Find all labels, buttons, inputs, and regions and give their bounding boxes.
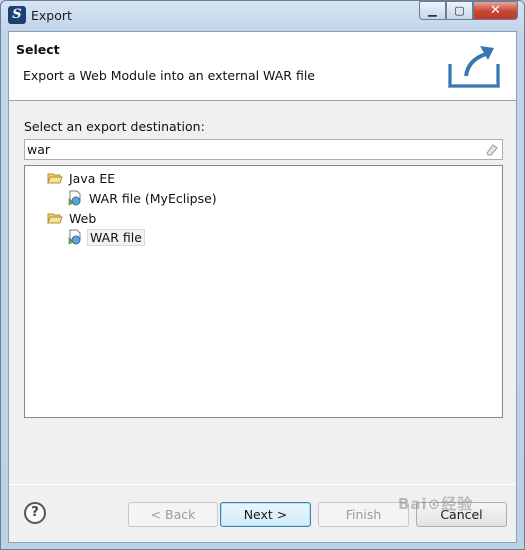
next-button[interactable]: Next > xyxy=(220,502,311,527)
tree-node-java-ee[interactable]: Java EE xyxy=(47,169,117,187)
folder-open-icon xyxy=(47,213,63,224)
tree-node-label: WAR file (MyEclipse) xyxy=(89,190,217,206)
folder-open-icon xyxy=(47,173,63,184)
export-banner-icon xyxy=(448,46,500,88)
footer-divider xyxy=(9,484,516,485)
minimize-button[interactable]: ▁ xyxy=(419,1,446,20)
help-icon[interactable]: ? xyxy=(24,502,46,524)
export-window: S Export ▁ ▢ ✕ Select Export a Web Modul… xyxy=(0,0,525,550)
maximize-button[interactable]: ▢ xyxy=(446,1,473,20)
tree-node-label: WAR file xyxy=(87,228,145,246)
myeclipse-app-icon: S xyxy=(8,6,26,24)
filter-field[interactable] xyxy=(24,139,503,160)
tree-node-label: Java EE xyxy=(69,170,116,186)
window-title: Export xyxy=(31,8,72,23)
page-description: Export a Web Module into an external WAR… xyxy=(23,68,315,83)
window-controls: ▁ ▢ ✕ xyxy=(419,1,518,20)
back-button[interactable]: < Back xyxy=(128,502,218,527)
export-wizard-tree[interactable]: Java EE WAR file (MyEclipse) Web WAR fil… xyxy=(24,165,503,418)
war-file-icon xyxy=(68,229,81,245)
page-title: Select xyxy=(16,42,60,57)
tree-node-label: Web xyxy=(69,210,97,226)
tree-node-web[interactable]: Web xyxy=(47,209,98,227)
tree-node-war-file[interactable]: WAR file xyxy=(67,228,145,246)
tree-node-war-file-myeclipse[interactable]: WAR file (MyEclipse) xyxy=(67,189,219,207)
destination-label: Select an export destination: xyxy=(24,119,205,134)
dialog-client-area: Select Export a Web Module into an exter… xyxy=(8,31,517,543)
close-button[interactable]: ✕ xyxy=(473,1,518,20)
war-file-icon xyxy=(68,190,81,206)
title-bar[interactable]: S Export ▁ ▢ ✕ xyxy=(1,1,524,31)
wizard-header: Select Export a Web Module into an exter… xyxy=(9,32,516,101)
finish-button[interactable]: Finish xyxy=(318,502,409,527)
cancel-button[interactable]: Cancel xyxy=(416,502,507,527)
filter-input[interactable] xyxy=(27,141,477,158)
eraser-icon[interactable] xyxy=(485,143,498,156)
